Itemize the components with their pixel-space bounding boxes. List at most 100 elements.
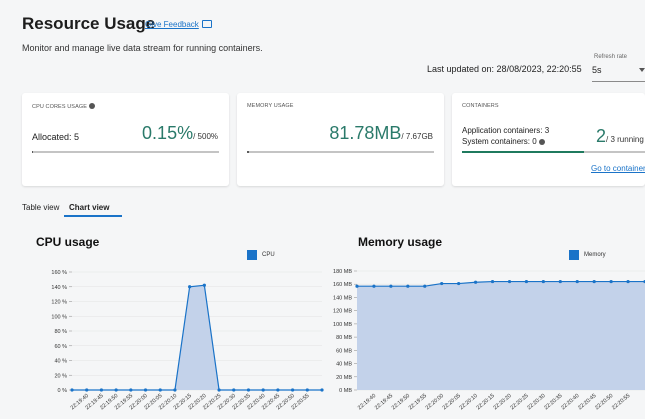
series-area <box>357 281 645 390</box>
data-point[interactable] <box>626 279 630 284</box>
memory-usage-value: 81.78MB/ 7.67GB <box>329 123 433 144</box>
data-point[interactable] <box>217 388 221 392</box>
data-point[interactable] <box>423 284 427 288</box>
y-tick-label: 60 MB <box>336 348 352 354</box>
data-point[interactable] <box>609 279 613 284</box>
page-title: Resource Usage <box>22 14 156 33</box>
data-point[interactable] <box>158 388 162 392</box>
memory-chart-title: Memory usage <box>358 235 443 249</box>
data-point[interactable] <box>473 280 478 284</box>
cpu-usage-max: / 500% <box>193 132 218 141</box>
memory-legend-swatch[interactable] <box>569 250 579 260</box>
y-tick-label: 180 MB <box>333 269 352 275</box>
memory-usage-amount: 81.78MB <box>329 123 402 143</box>
page-subtitle: Monitor and manage live data stream for … <box>22 43 263 53</box>
y-tick-label: 80 MB <box>336 335 352 341</box>
active-tab-indicator <box>64 215 122 217</box>
data-point[interactable] <box>592 279 596 284</box>
cpu-legend-swatch[interactable] <box>247 250 257 260</box>
data-point[interactable] <box>99 388 104 392</box>
cpu-chart-title: CPU usage <box>36 235 100 249</box>
y-tick-label: 160 % <box>51 270 67 276</box>
cpu-usage-card: CPU CORES USAGE Allocated: 5 0.15%/ 500% <box>22 93 229 186</box>
y-tick-label: 140 % <box>51 285 67 291</box>
data-point[interactable] <box>320 388 324 392</box>
info-icon[interactable] <box>538 139 545 145</box>
cpu-usage-value: 0.15%/ 500% <box>142 123 218 144</box>
y-tick-label: 120 MB <box>333 309 352 315</box>
data-point[interactable] <box>575 279 579 284</box>
cpu-legend-label: CPU <box>262 252 275 258</box>
give-feedback-link[interactable]: Give Feedback <box>145 20 212 29</box>
y-tick-label: 160 MB <box>333 282 352 288</box>
cpu-usage-percent: 0.15% <box>142 123 194 143</box>
data-point[interactable] <box>372 284 376 288</box>
memory-card-label: MEMORY USAGE <box>247 103 294 109</box>
last-updated-text: Last updated on: 28/08/2023, 22:20:55 <box>427 64 582 74</box>
cpu-usage-chart: 0 %20 %40 %60 %80 %100 %120 %140 %160 %2… <box>51 270 324 411</box>
containers-card-label: CONTAINERS <box>462 103 499 109</box>
y-tick-label: 80 % <box>54 329 67 335</box>
containers-running-value: 2/ 3 running <box>596 126 644 147</box>
y-tick-label: 0 % <box>58 388 68 394</box>
data-point[interactable] <box>246 388 251 392</box>
data-point[interactable] <box>114 388 118 392</box>
cpu-usage-bar <box>32 151 219 153</box>
data-point[interactable] <box>290 388 295 392</box>
system-containers: System containers: 0 <box>462 137 545 146</box>
y-tick-label: 100 % <box>51 314 67 320</box>
containers-bar-fill <box>462 151 584 153</box>
cpu-usage-bar-fill <box>32 151 33 153</box>
feedback-icon <box>201 20 212 28</box>
data-point[interactable] <box>232 388 236 392</box>
refresh-rate-label: Refresh rate <box>594 54 628 60</box>
info-icon[interactable] <box>88 103 95 109</box>
data-point[interactable] <box>440 281 444 286</box>
chevron-down-icon <box>639 68 645 72</box>
data-point[interactable] <box>85 388 89 392</box>
series-area <box>72 285 322 390</box>
memory-usage-bar <box>247 151 434 153</box>
application-containers: Application containers: 3 <box>462 126 550 135</box>
containers-bar <box>462 151 645 153</box>
y-tick-label: 60 % <box>54 344 67 350</box>
memory-usage-max: / 7.67GB <box>401 132 433 141</box>
containers-card: CONTAINERS Application containers: 3 Sys… <box>452 93 645 186</box>
data-point[interactable] <box>173 388 177 392</box>
data-point[interactable] <box>406 284 410 288</box>
data-point[interactable] <box>305 388 309 392</box>
y-tick-label: 20 % <box>54 373 67 379</box>
memory-usage-card: MEMORY USAGE 81.78MB/ 7.67GB <box>237 93 444 186</box>
go-to-containers-link[interactable]: Go to containers <box>591 164 645 173</box>
memory-legend-label: Memory <box>584 252 606 258</box>
data-point[interactable] <box>261 388 265 392</box>
data-point[interactable] <box>70 388 74 392</box>
give-feedback-label: Give Feedback <box>145 20 199 29</box>
data-point[interactable] <box>276 388 280 392</box>
data-point[interactable] <box>188 285 192 289</box>
cpu-allocated: Allocated: 5 <box>32 132 80 142</box>
y-tick-label: 100 MB <box>333 322 352 328</box>
data-point[interactable] <box>490 279 495 284</box>
data-point[interactable] <box>389 284 393 288</box>
memory-usage-chart: 0 MB 20 MB 40 MB 60 MB 80 MB 100 MB 120 MB 140 … <box>333 269 645 411</box>
y-tick-label: 20 MB <box>336 375 352 381</box>
data-point[interactable] <box>202 283 206 287</box>
data-point[interactable] <box>355 284 359 288</box>
y-tick-label: 40 MB <box>336 362 352 368</box>
tab-table-view[interactable]: Table view <box>22 203 59 212</box>
data-point[interactable] <box>457 281 461 286</box>
refresh-rate-value: 5s <box>592 65 602 75</box>
data-point[interactable] <box>541 279 545 284</box>
containers-total: / 3 running <box>606 135 644 144</box>
y-tick-label: 140 MB <box>333 295 352 301</box>
data-point[interactable] <box>143 388 148 392</box>
data-point[interactable] <box>507 279 512 284</box>
memory-usage-bar-fill <box>247 151 249 153</box>
data-point[interactable] <box>558 279 562 284</box>
tab-chart-view[interactable]: Chart view <box>69 203 109 212</box>
data-point[interactable] <box>129 388 133 392</box>
data-point[interactable] <box>524 279 529 284</box>
y-tick-label: 0 MB <box>339 388 352 394</box>
refresh-rate-select[interactable]: 5s <box>592 62 645 82</box>
